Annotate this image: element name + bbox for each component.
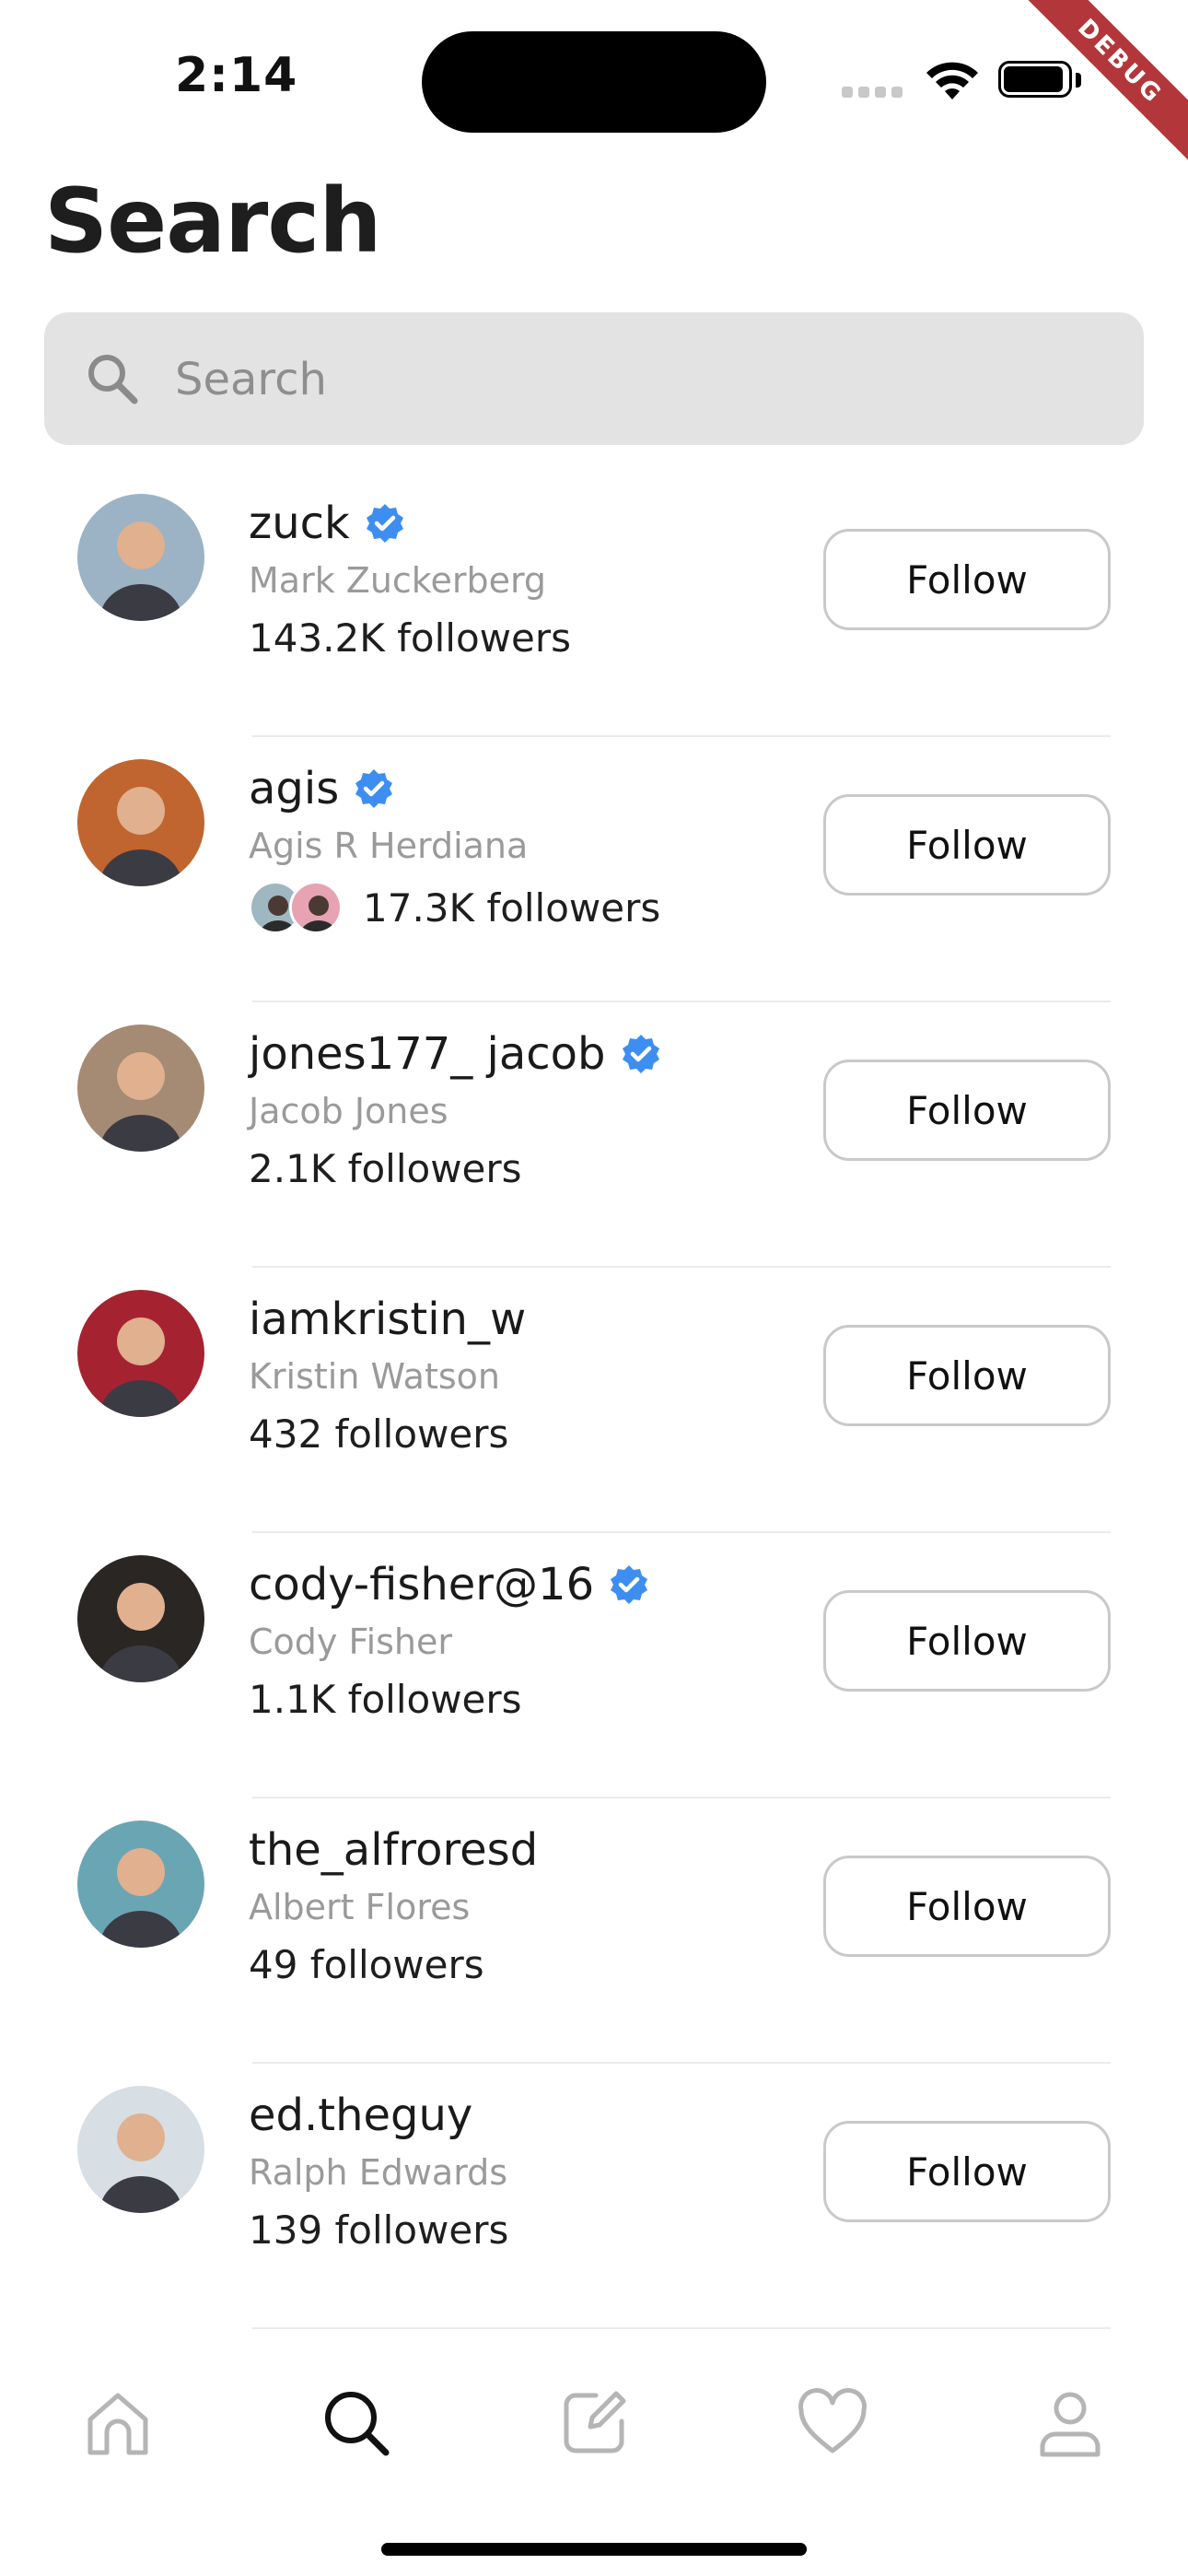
verified-badge-icon: [352, 767, 396, 811]
follower-count: 143.2K followers: [249, 615, 571, 661]
avatar[interactable]: [77, 2086, 204, 2213]
followers-line: 49 followers: [249, 1942, 484, 1987]
nav-home[interactable]: [63, 2368, 173, 2478]
followers-line: 432 followers: [249, 1411, 508, 1457]
full-name: Mark Zuckerberg: [249, 560, 547, 601]
user-list-item[interactable]: the_alfroresd Albert Flores 49 followers Fo…: [0, 1798, 1188, 2064]
username[interactable]: zuck: [249, 498, 407, 549]
dynamic-island: [422, 31, 766, 133]
full-name: Kristin Watson: [249, 1356, 500, 1397]
user-list-item[interactable]: agis Agis R Herdiana 17.3K followers Follow: [0, 737, 1188, 1002]
user-list-item[interactable]: ed.theguy Ralph Edwards 139 followers Follo…: [0, 2064, 1188, 2329]
followers-line: 2.1K followers: [249, 1146, 522, 1191]
search-icon: [83, 349, 142, 412]
username-text: ed.theguy: [249, 2090, 473, 2141]
nav-search[interactable]: [301, 2368, 412, 2478]
followers-line: 139 followers: [249, 2207, 508, 2253]
verified-badge-icon: [619, 1032, 663, 1076]
user-list-item[interactable]: cody-fisher@16 Cody Fisher 1.1K followers F…: [0, 1533, 1188, 1798]
follower-count: 49 followers: [249, 1942, 484, 1987]
follow-button[interactable]: Follow: [823, 1856, 1111, 1957]
username[interactable]: ed.theguy: [249, 2090, 472, 2141]
username-text: cody-fisher@16: [249, 1559, 595, 1610]
user-list-item[interactable]: iamkristin_w Kristin Watson 432 followers F…: [0, 1268, 1188, 1533]
profile-icon: [1040, 2392, 1101, 2457]
full-name: Agis R Herdiana: [249, 825, 529, 866]
page-title: Search: [44, 170, 382, 273]
follower-count: 432 followers: [249, 1411, 509, 1457]
home-indicator: [381, 2543, 807, 2556]
divider: [252, 2327, 1111, 2329]
username-text: agis: [249, 763, 340, 814]
avatar[interactable]: [77, 1290, 204, 1417]
follower-count: 139 followers: [249, 2207, 509, 2253]
full-name: Albert Flores: [249, 1887, 471, 1927]
search-icon: [325, 2392, 390, 2456]
status-bar: 2:14 DEBUG: [0, 0, 1188, 188]
follow-button[interactable]: Follow: [823, 1060, 1111, 1161]
user-list-item[interactable]: jones177_ jacob Jacob Jones 2.1K followers…: [0, 1002, 1188, 1268]
follower-count: 1.1K followers: [249, 1677, 522, 1722]
avatar[interactable]: [77, 1555, 204, 1682]
follow-button[interactable]: Follow: [823, 1325, 1111, 1426]
avatar[interactable]: [77, 759, 204, 886]
verified-badge-icon: [607, 1563, 651, 1607]
avatar[interactable]: [77, 1025, 204, 1152]
followers-line: 1.1K followers: [249, 1677, 522, 1722]
follow-button[interactable]: Follow: [823, 2121, 1111, 2222]
follow-button[interactable]: Follow: [823, 1590, 1111, 1692]
username-text: the_alfroresd: [249, 1824, 539, 1876]
battery-icon: [998, 61, 1083, 101]
username[interactable]: the_alfroresd: [249, 1824, 538, 1876]
followers-line: 143.2K followers: [249, 615, 571, 661]
nav-compose[interactable]: [539, 2368, 649, 2478]
username-text: jones177_ jacob: [249, 1028, 606, 1080]
status-time: 2:14: [175, 48, 298, 103]
mutual-followers: [249, 881, 343, 934]
username[interactable]: agis: [249, 763, 396, 814]
search-bar[interactable]: [44, 312, 1144, 445]
username-text: zuck: [249, 498, 350, 549]
full-name: Cody Fisher: [249, 1622, 453, 1662]
username-text: iamkristin_w: [249, 1294, 527, 1345]
follow-button[interactable]: Follow: [823, 794, 1111, 896]
user-list: zuck Mark Zuckerberg 143.2K followers Follo…: [0, 472, 1188, 2329]
username[interactable]: cody-fisher@16: [249, 1559, 651, 1610]
username[interactable]: iamkristin_w: [249, 1294, 526, 1345]
mutual-follower-avatar: [289, 881, 343, 934]
wifi-icon: [923, 59, 982, 107]
avatar[interactable]: [77, 494, 204, 621]
home-icon: [87, 2393, 148, 2455]
nav-profile[interactable]: [1015, 2368, 1125, 2478]
nav-activity[interactable]: [777, 2368, 888, 2478]
avatar[interactable]: [77, 1821, 204, 1948]
followers-line: 17.3K followers: [249, 881, 660, 934]
bottom-navigation: [0, 2368, 1188, 2497]
follower-count: 2.1K followers: [249, 1146, 522, 1191]
follower-count: 17.3K followers: [363, 884, 661, 931]
full-name: Ralph Edwards: [249, 2152, 508, 2193]
user-list-item[interactable]: zuck Mark Zuckerberg 143.2K followers Follo…: [0, 472, 1188, 737]
full-name: Jacob Jones: [249, 1091, 448, 1131]
username[interactable]: jones177_ jacob: [249, 1028, 663, 1080]
cellular-signal-icon: [842, 87, 906, 100]
search-input[interactable]: [173, 338, 1098, 421]
compose-icon: [564, 2391, 626, 2453]
verified-badge-icon: [363, 501, 407, 545]
follow-button[interactable]: Follow: [823, 529, 1111, 630]
heart-icon: [798, 2388, 867, 2453]
